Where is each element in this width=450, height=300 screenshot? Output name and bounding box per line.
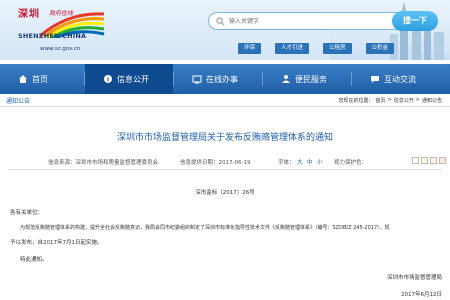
doc-number: 深市监标〔2017〕26号 xyxy=(195,190,255,196)
nav-item-home[interactable]: 首页 xyxy=(0,64,84,94)
breadcrumb-separator: > xyxy=(387,97,392,103)
people-service-icon xyxy=(282,75,290,83)
logo-title-cn-sub: 政府在线 xyxy=(49,10,74,17)
breadcrumb: 您现在的位置： 首页 > 信息公开 > 通知公告 xyxy=(339,97,442,104)
meta-date: 信息提供日期：2017-06-19 xyxy=(180,160,251,166)
color-swatch-yellow[interactable] xyxy=(421,157,428,164)
body-paragraph-cont: 予以发布，自2017年7月1日起实施。 xyxy=(10,240,103,246)
breadcrumb-item-info[interactable]: 信息公开 xyxy=(394,97,414,104)
nav-label-online-service: 在线办事 xyxy=(206,74,238,84)
nav-label-info-disclosure: 信息公开 xyxy=(117,74,149,84)
nav-item-online-service[interactable]: 在线办事 xyxy=(174,64,262,94)
nav-label-people-service: 便民服务 xyxy=(295,74,327,84)
breadcrumb-bar: 通知公告 您现在的位置： 首页 > 信息公开 > 通知公告 xyxy=(0,94,450,107)
nav-item-people-service[interactable]: 便民服务 xyxy=(263,64,351,94)
breadcrumb-item-home[interactable]: 首页 xyxy=(376,97,386,104)
quick-links: 环保 人才引进 公租房 公积金 xyxy=(238,43,395,55)
search-box xyxy=(208,12,398,30)
article-title: 深圳市市场监督管理局关于发布反贿赂管理体系的通知 xyxy=(116,133,333,143)
color-swatch-pink[interactable] xyxy=(439,157,446,164)
site-logo[interactable]: 深圳 政府在线 SHENZHEN CHINA www.sz.gov.cn xyxy=(16,2,108,54)
font-size-large[interactable]: 大 xyxy=(297,158,303,166)
quick-link-talent[interactable]: 人才引进 xyxy=(275,43,310,54)
eye-protection-colors xyxy=(412,157,446,164)
color-swatch-white[interactable] xyxy=(412,157,419,164)
divider xyxy=(8,169,442,170)
search-input[interactable] xyxy=(229,14,389,28)
sign-date: 2017年6月12日 xyxy=(401,292,442,298)
logo-url: www.sz.gov.cn xyxy=(40,46,81,52)
logo-title-en: SHENZHEN CHINA xyxy=(18,32,87,40)
online-service-icon xyxy=(192,75,202,84)
font-size-medium[interactable]: 中 xyxy=(307,158,313,166)
salutation: 各有关单位： xyxy=(10,210,44,216)
chat-icon xyxy=(371,76,379,83)
nav-label-interaction: 互动交流 xyxy=(384,74,416,84)
article: 深圳市市场监督管理局关于发布反贿赂管理体系的通知 信息来源：深圳市市场和质量监督… xyxy=(0,108,450,300)
search-button[interactable]: 搜一下 xyxy=(392,11,438,31)
meta-source: 信息来源：深圳市市场和质量监督管理委员会 xyxy=(48,160,159,166)
font-size-small[interactable]: 小 xyxy=(317,158,323,166)
breadcrumb-prefix: 您现在的位置： xyxy=(338,98,374,104)
closing: 特此通知。 xyxy=(20,257,48,263)
info-icon: i xyxy=(104,75,112,84)
nav-label-home: 首页 xyxy=(32,74,48,84)
breadcrumb-separator: > xyxy=(415,97,420,103)
signature: 深圳市市场监督管理局 xyxy=(386,275,442,281)
home-icon xyxy=(19,75,27,83)
section-title: 通知公告 xyxy=(6,98,31,105)
main-nav: 首页 i 信息公开 在线办事 便民服务 互动交流 xyxy=(0,64,450,94)
body-paragraph: 为规范反贿赂管理体系的构建，提升全社会反贿赂意识，我局会同市纪委组织制定了深圳市… xyxy=(20,225,390,231)
nav-item-info-disclosure[interactable]: i 信息公开 xyxy=(85,64,173,94)
search-icon xyxy=(216,17,225,26)
logo-title-cn: 深圳 xyxy=(18,9,40,20)
meta-font-label: 字体： xyxy=(278,160,295,166)
meta-color-label: 视力保护色： xyxy=(334,160,368,166)
quick-link-housing-fund[interactable]: 公积金 xyxy=(365,43,395,54)
quick-link-environment[interactable]: 环保 xyxy=(238,43,262,54)
quick-link-public-housing[interactable]: 公租房 xyxy=(323,43,352,54)
breadcrumb-item-notice[interactable]: 通知公告 xyxy=(422,97,442,104)
svg-text:i: i xyxy=(107,77,109,84)
site-header: 深圳 政府在线 SHENZHEN CHINA www.sz.gov.cn 搜一下… xyxy=(0,0,450,60)
nav-item-interaction[interactable]: 互动交流 xyxy=(352,64,450,94)
color-swatch-orange[interactable] xyxy=(430,157,437,164)
